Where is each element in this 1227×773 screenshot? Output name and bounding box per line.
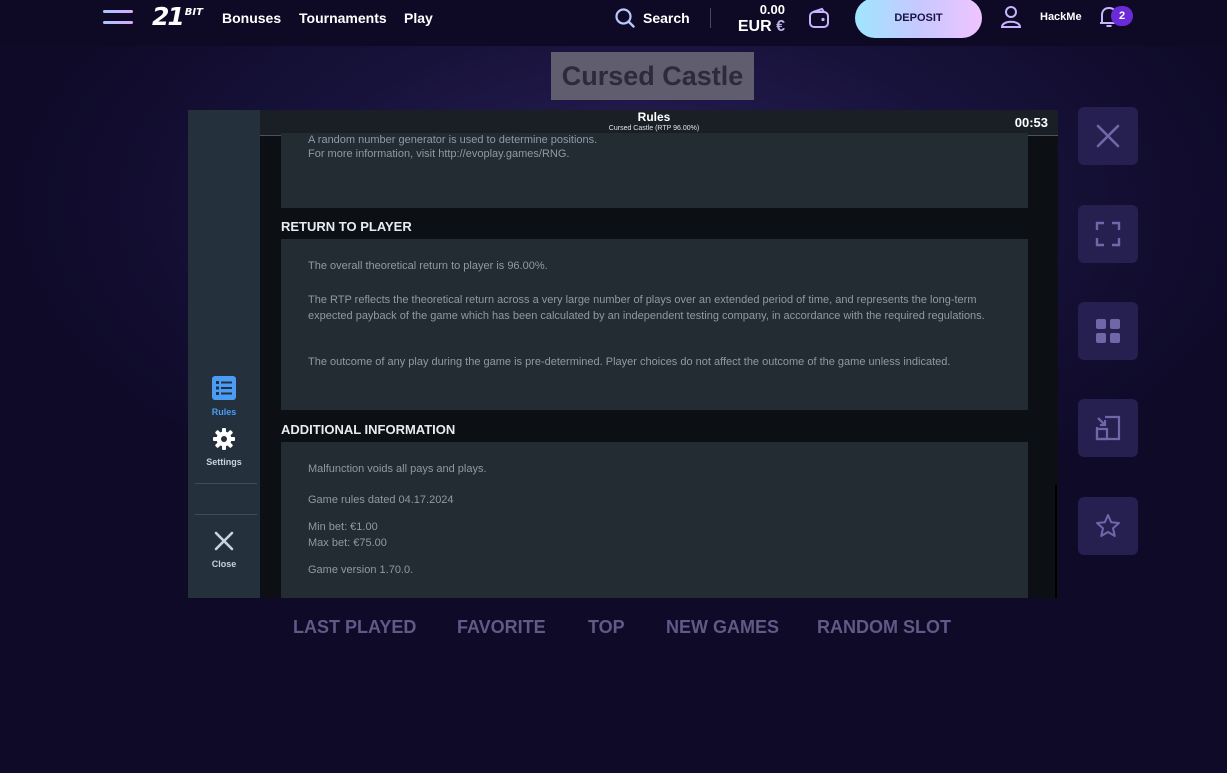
close-game-button[interactable]	[1078, 107, 1138, 165]
search-icon	[615, 8, 635, 28]
nav-bonuses[interactable]: Bonuses	[222, 10, 281, 26]
sidebar-close-label: Close	[211, 559, 237, 569]
info-box: Malfunction voids all pays and plays. Ga…	[281, 442, 1028, 598]
session-timer: 00:53	[1014, 115, 1048, 130]
rtp-box: The overall theoretical return to player…	[281, 239, 1028, 410]
game-frame[interactable]: Rules Settings Close Rules Cursed Castle…	[188, 110, 1058, 598]
rules-content[interactable]: A random number generator is used to det…	[260, 133, 1058, 598]
fullscreen-icon	[1095, 221, 1121, 247]
tab-top[interactable]: TOP	[588, 617, 625, 638]
sidebar-rules-button[interactable]: Rules	[188, 376, 260, 417]
search-label: Search	[643, 10, 690, 26]
logo[interactable]: 21 BIT	[152, 3, 203, 31]
picture-in-picture-icon	[1095, 415, 1121, 441]
picture-in-picture-button[interactable]	[1078, 399, 1138, 457]
rules-title: Rules	[637, 110, 671, 124]
scrollbar[interactable]	[1055, 485, 1057, 598]
user-icon[interactable]	[1000, 5, 1022, 34]
star-icon	[1096, 514, 1120, 537]
rtp-paragraph: The overall theoretical return to player…	[308, 260, 548, 272]
info-line: Max bet: €75.00	[308, 537, 387, 549]
close-icon	[1096, 124, 1120, 148]
balance-amount: 0.00	[759, 2, 785, 17]
sidebar-rules-label: Rules	[211, 407, 237, 417]
rtp-paragraph: The RTP reflects the theoretical return …	[308, 294, 985, 322]
nav-play[interactable]: Play	[404, 10, 433, 26]
sidebar-settings-button[interactable]: Settings	[188, 428, 260, 467]
rtp-paragraph: The outcome of any play during the game …	[308, 356, 951, 368]
top-header: 21 BIT Bonuses Tournaments Play Search 0…	[0, 0, 1227, 46]
header-divider	[710, 8, 711, 28]
fullscreen-button[interactable]	[1078, 205, 1138, 263]
info-line: Min bet: €1.00	[308, 521, 378, 533]
logo-suffix: BIT	[184, 7, 203, 18]
balance[interactable]: 0.00 EUR €	[730, 2, 785, 37]
nav-tournaments[interactable]: Tournaments	[299, 10, 387, 26]
username[interactable]: HackMe	[1040, 11, 1082, 23]
tab-favorite[interactable]: FAVORITE	[457, 617, 546, 638]
rng-box: A random number generator is used to det…	[281, 133, 1028, 208]
game-grid-button[interactable]	[1078, 302, 1138, 360]
info-heading: ADDITIONAL INFORMATION	[281, 422, 456, 437]
tab-random-slot[interactable]: RANDOM SLOT	[817, 617, 951, 638]
rules-sidebar: Rules Settings Close	[188, 110, 260, 598]
tab-new-games[interactable]: NEW GAMES	[666, 617, 779, 638]
gear-icon	[213, 428, 235, 450]
logo-number: 21	[152, 2, 185, 31]
deposit-button[interactable]: DEPOSIT	[855, 0, 982, 38]
wallet-icon[interactable]	[808, 7, 830, 34]
notification-badge: 2	[1111, 6, 1133, 26]
game-title: Cursed Castle	[551, 52, 754, 100]
tab-last-played[interactable]: LAST PLAYED	[293, 617, 416, 638]
list-icon	[212, 376, 236, 400]
close-icon	[214, 531, 234, 551]
search-button[interactable]: Search	[615, 7, 690, 29]
menu-icon[interactable]	[103, 10, 133, 26]
favorite-button[interactable]	[1078, 497, 1138, 555]
info-line: Game rules dated 04.17.2024	[308, 494, 454, 506]
info-line: Malfunction voids all pays and plays.	[308, 463, 487, 475]
balance-currency: EUR	[737, 18, 772, 35]
rules-subtitle: Cursed Castle (RTP 96.00%)	[608, 125, 700, 132]
info-line: Game version 1.70.0.	[308, 564, 414, 576]
grid-icon	[1096, 319, 1120, 343]
sidebar-divider	[195, 514, 257, 515]
sidebar-close-button[interactable]: Close	[188, 530, 260, 569]
currency-symbol: €	[776, 18, 785, 35]
rtp-heading: RETURN TO PLAYER	[281, 219, 412, 234]
sidebar-divider	[195, 483, 257, 484]
rng-text: For more information, visit http://evopl…	[308, 148, 570, 160]
sidebar-settings-label: Settings	[206, 457, 242, 467]
